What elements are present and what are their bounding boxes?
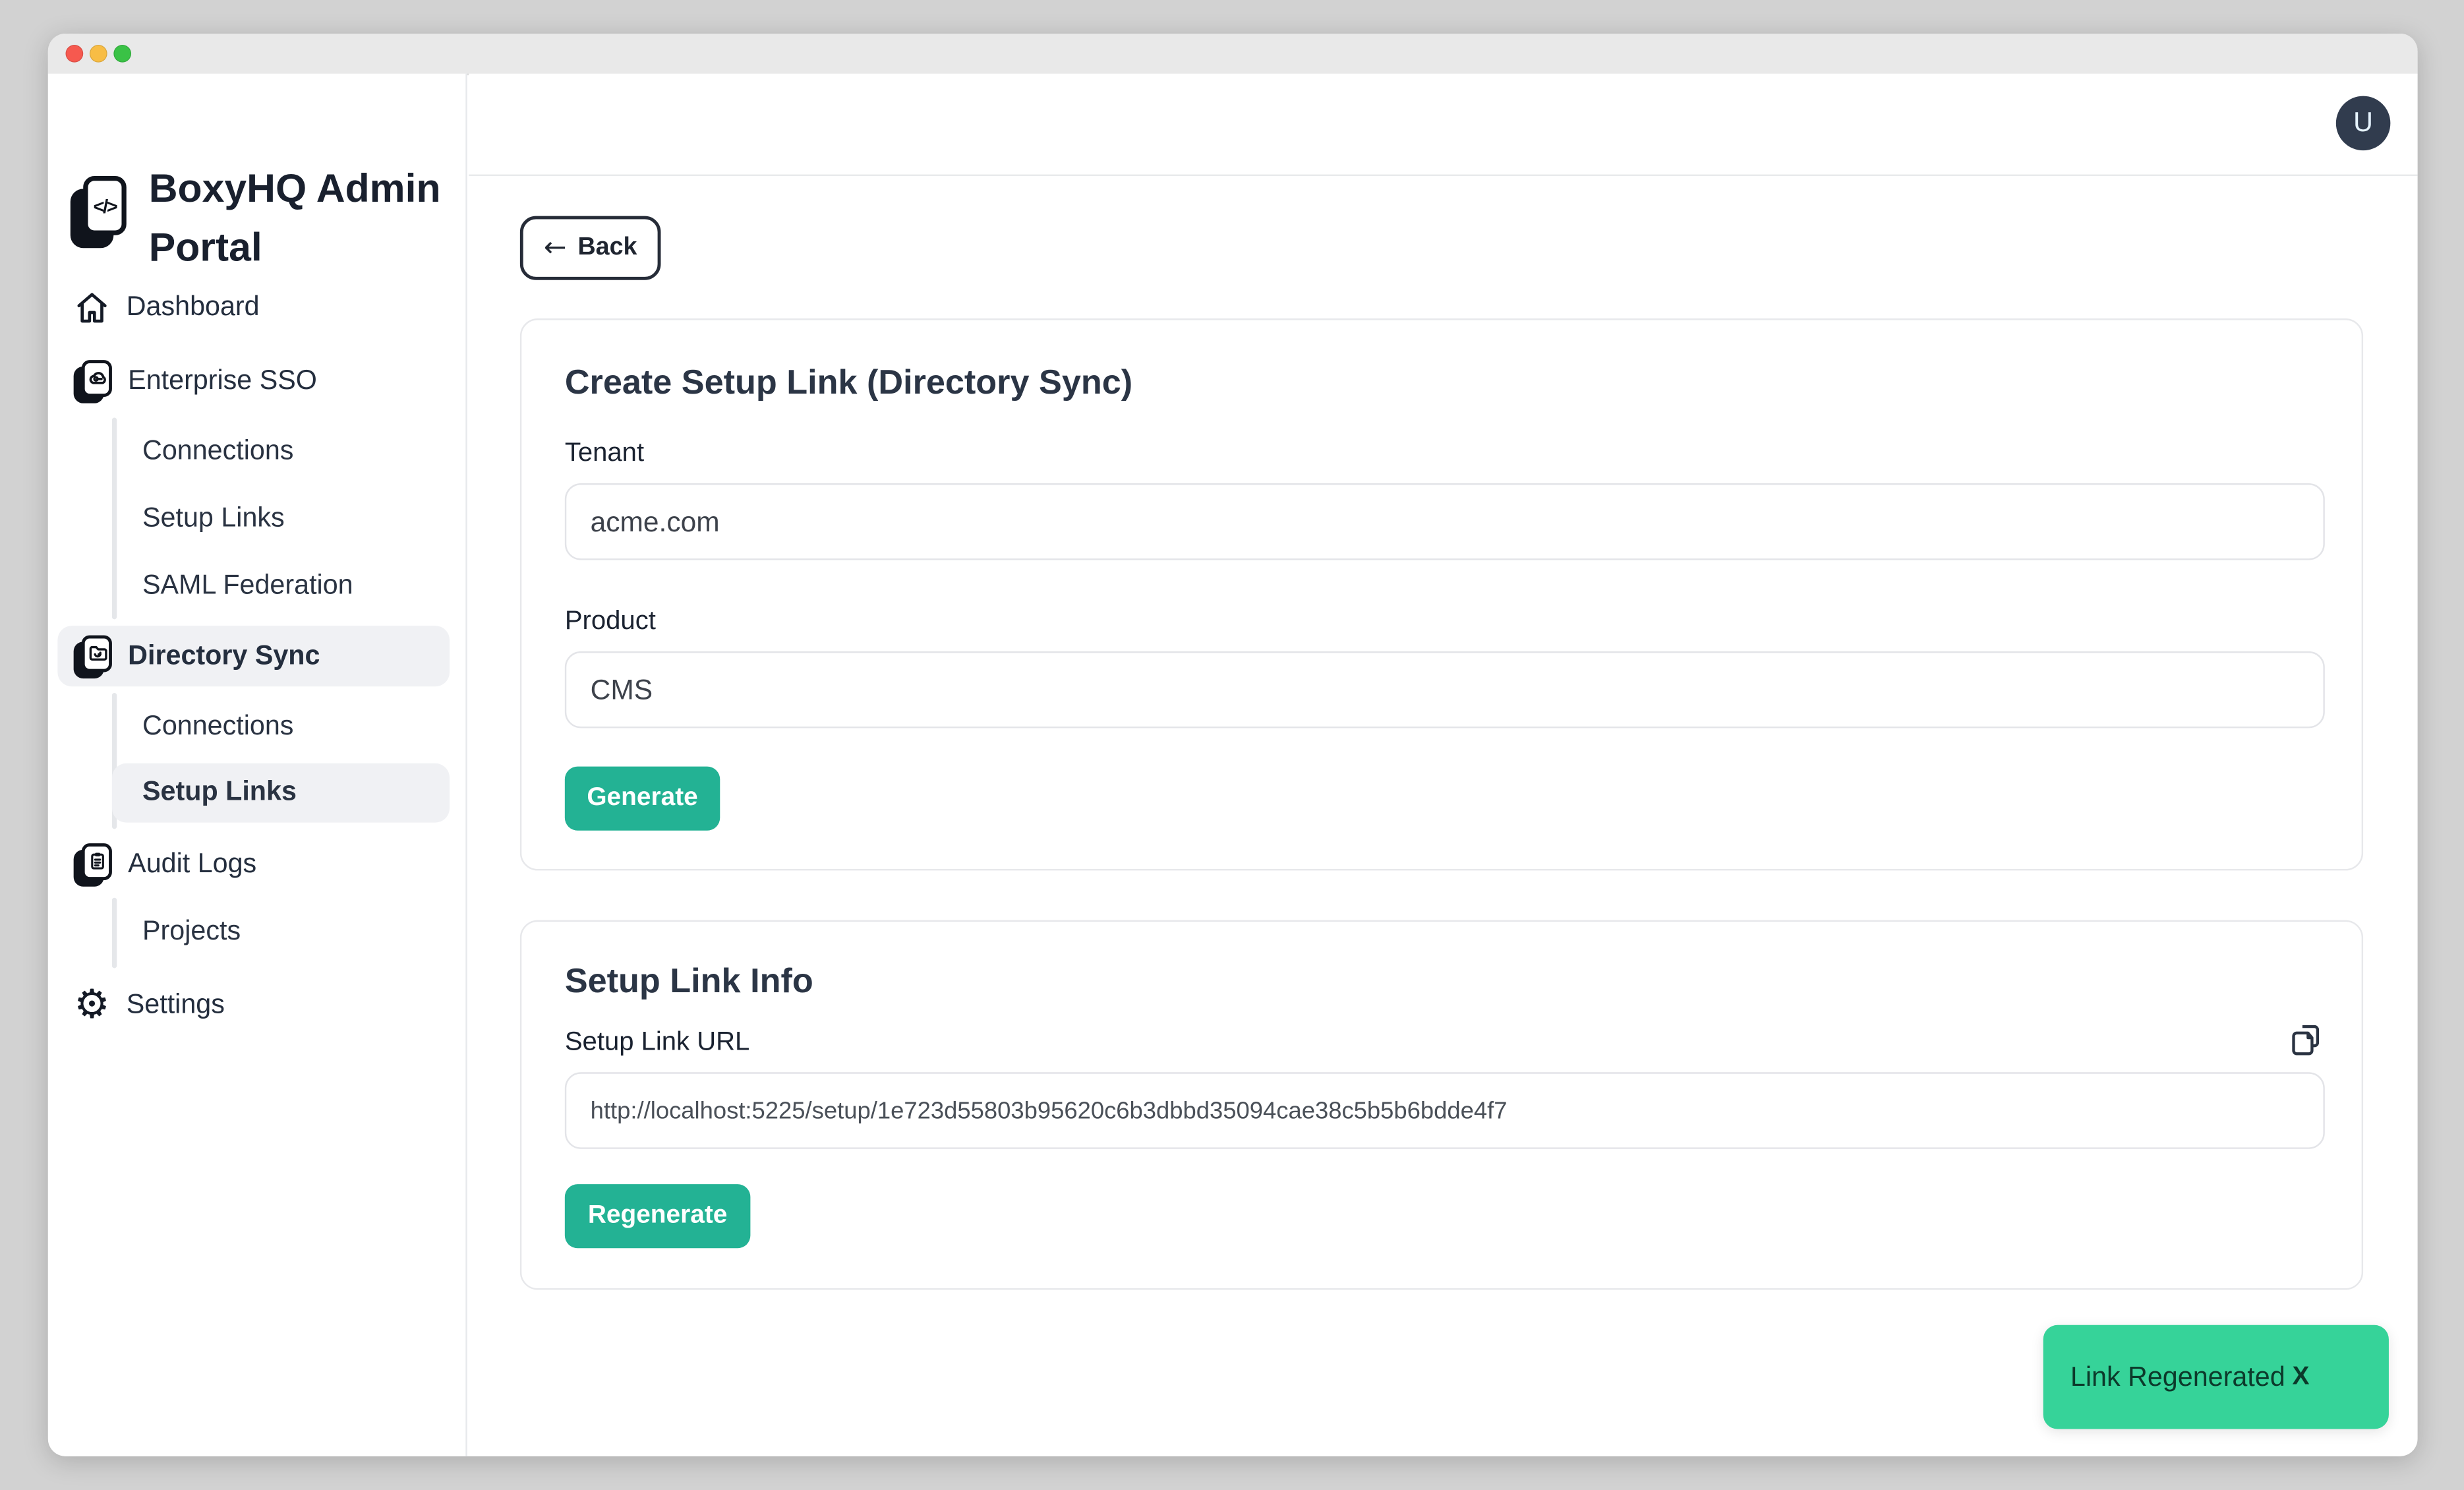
product-label: Product bbox=[565, 607, 656, 637]
back-button[interactable]: ← Back bbox=[520, 216, 661, 280]
nav-indent-guide bbox=[112, 418, 116, 620]
sidebar-item-dashboard[interactable]: Dashboard bbox=[48, 277, 466, 338]
app-title: BoxyHQ Admin Portal bbox=[149, 160, 441, 279]
close-window-button[interactable] bbox=[66, 45, 84, 63]
generate-button[interactable]: Generate bbox=[565, 767, 720, 831]
top-header: U bbox=[468, 74, 2418, 176]
tenant-label: Tenant bbox=[565, 438, 644, 469]
sidebar-item-sso-setup-links[interactable]: Setup Links bbox=[142, 488, 285, 549]
sidebar-item-label: Dashboard bbox=[127, 291, 260, 324]
setup-link-url-input[interactable] bbox=[565, 1072, 2325, 1149]
sidebar-item-enterprise-sso[interactable]: Enterprise SSO bbox=[48, 351, 466, 411]
gear-icon: ⚙ bbox=[74, 986, 111, 1023]
create-setup-link-card: Create Setup Link (Directory Sync) Tenan… bbox=[520, 318, 2363, 870]
app-window: </> BoxyHQ Admin Portal Dashboard bbox=[48, 34, 2418, 1456]
window-titlebar bbox=[48, 34, 2418, 75]
sso-cloud-key-keycap-icon bbox=[74, 359, 112, 403]
sidebar-item-label: Enterprise SSO bbox=[128, 365, 317, 397]
boxyhq-logo-code-keycap-icon: </> bbox=[71, 176, 127, 248]
audit-clipboard-keycap-icon bbox=[74, 843, 112, 886]
minimize-window-button[interactable] bbox=[90, 45, 107, 63]
sidebar-item-settings[interactable]: ⚙ Settings bbox=[48, 974, 466, 1035]
sidebar-item-sso-connections[interactable]: Connections bbox=[142, 421, 293, 481]
toast-message: Link Regenerated bbox=[2070, 1361, 2285, 1393]
sidebar-item-label: Audit Logs bbox=[128, 848, 256, 880]
maximize-window-button[interactable] bbox=[113, 45, 131, 63]
sidebar-item-label: Settings bbox=[127, 989, 225, 1021]
sidebar-item-saml-federation[interactable]: SAML Federation bbox=[142, 555, 353, 616]
sidebar: </> BoxyHQ Admin Portal Dashboard bbox=[48, 74, 467, 1456]
regenerate-button[interactable]: Regenerate bbox=[565, 1184, 751, 1248]
sidebar-item-directory-sync[interactable]: Directory Sync bbox=[48, 626, 466, 686]
card-title: Create Setup Link (Directory Sync) bbox=[565, 363, 1132, 403]
card-title: Setup Link Info bbox=[565, 962, 813, 1002]
sidebar-item-dsync-setup-links[interactable]: Setup Links bbox=[142, 761, 297, 822]
sidebar-item-projects[interactable]: Projects bbox=[142, 901, 241, 962]
sidebar-item-audit-logs[interactable]: Audit Logs bbox=[48, 834, 466, 895]
left-arrow-icon: ← bbox=[544, 232, 567, 264]
back-button-label: Back bbox=[577, 233, 637, 262]
setup-link-url-label: Setup Link URL bbox=[565, 1027, 750, 1058]
sidebar-item-dsync-connections[interactable]: Connections bbox=[142, 696, 293, 757]
user-avatar[interactable]: U bbox=[2336, 96, 2391, 151]
directory-folder-keycap-icon bbox=[74, 634, 112, 678]
product-input[interactable] bbox=[565, 651, 2325, 729]
setup-link-info-card: Setup Link Info Setup Link URL Regenerat… bbox=[520, 920, 2363, 1290]
sidebar-item-label: Directory Sync bbox=[128, 640, 320, 672]
home-icon bbox=[74, 289, 111, 326]
tenant-input[interactable] bbox=[565, 483, 2325, 560]
nav-indent-guide bbox=[112, 898, 116, 968]
toast-close-button[interactable]: X bbox=[2277, 1325, 2325, 1429]
desktop: </> BoxyHQ Admin Portal Dashboard bbox=[0, 0, 2464, 1490]
toast-success: Link Regenerated X bbox=[2043, 1325, 2389, 1429]
clipboard-copy-icon[interactable] bbox=[2289, 1021, 2328, 1059]
